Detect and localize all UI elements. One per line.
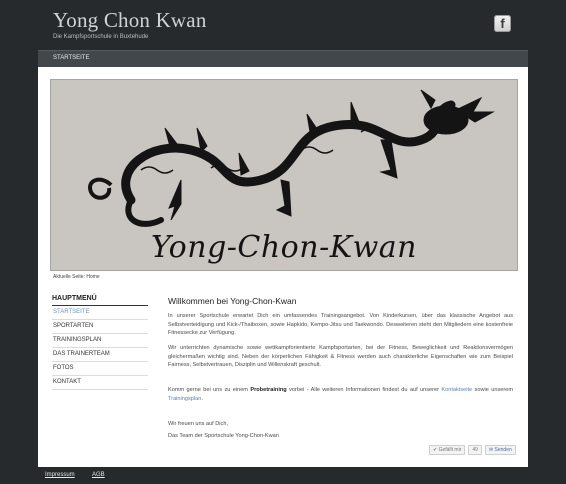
kontaktseite-link[interactable]: Kontaktseite [441,387,472,393]
article-greeting: Wir freuen uns auf Dich, [168,421,229,427]
trial-text-start: Komm gerne bei uns zu einem [168,387,251,393]
trial-text-middle2: sowie unserem [472,387,513,393]
menu-item-fotos[interactable]: FOTOS [52,362,148,376]
main-menu: HAUPTMENÜ STARTSEITE SPORTARTEN TRAINING… [52,295,148,390]
trainingsplan-link[interactable]: Trainingsplan [168,396,201,402]
like-count: 49 [468,444,482,455]
article-signature: Das Team der Sportschule Yong-Chon-Kwan [168,433,279,439]
main-menu-title: HAUPTMENÜ [52,295,148,306]
menu-item-sportarten[interactable]: SPORTARTEN [52,320,148,334]
menu-item-trainingsplan[interactable]: TRAININGSPLAN [52,334,148,348]
banner-caption: Yong-Chon-Kwan [150,230,417,265]
send-button[interactable]: ✉ Senden [484,444,516,455]
top-navigation: STARTSEITE [38,50,528,67]
content-area: Yong-Chon-Kwan Aktuelle Seite: Home HAUP… [38,67,528,467]
footer-link-agb[interactable]: AGB [92,472,105,478]
menu-item-kontakt[interactable]: KONTAKT [52,376,148,390]
site-subtitle: Die Kampfsportschule in Buxtehude [53,34,149,40]
facebook-icon[interactable]: f [494,15,511,32]
site-header: Yong Chon Kwan Die Kampfsportschule in B… [0,0,566,50]
trial-text-middle: vorbei - Alle weiteren Informationen fin… [286,387,442,393]
like-label: Gefällt mir [438,446,462,453]
dragon-banner-image: Yong-Chon-Kwan [50,79,518,271]
main-article: Willkommen bei Yong-Chon-Kwan In unserer… [168,296,513,439]
like-button[interactable]: ✔ Gefällt mir [429,444,466,455]
probetraining-text: Probetraining [250,387,287,393]
menu-item-trainerteam[interactable]: DAS TRAINERTEAM [52,348,148,362]
article-heading: Willkommen bei Yong-Chon-Kwan [168,296,297,306]
article-paragraph-intro: In unserer Sportschule erwartet Dich ein… [168,313,513,336]
nav-item-startseite[interactable]: STARTSEITE [53,55,89,61]
send-label: Senden [494,446,512,453]
menu-item-startseite[interactable]: STARTSEITE [52,306,148,320]
article-paragraph-trial: Komm gerne bei uns zu einem Probetrainin… [168,386,513,403]
social-buttons: ✔ Gefällt mir 49 ✉ Senden [429,444,516,455]
footer-link-impressum[interactable]: Impressum [45,472,75,478]
trial-text-end: . [201,395,203,402]
breadcrumb: Aktuelle Seite: Home [53,274,100,280]
site-title[interactable]: Yong Chon Kwan [53,8,207,33]
article-paragraph-training: Wir unterrichten dynamische sowie wettka… [168,345,513,368]
